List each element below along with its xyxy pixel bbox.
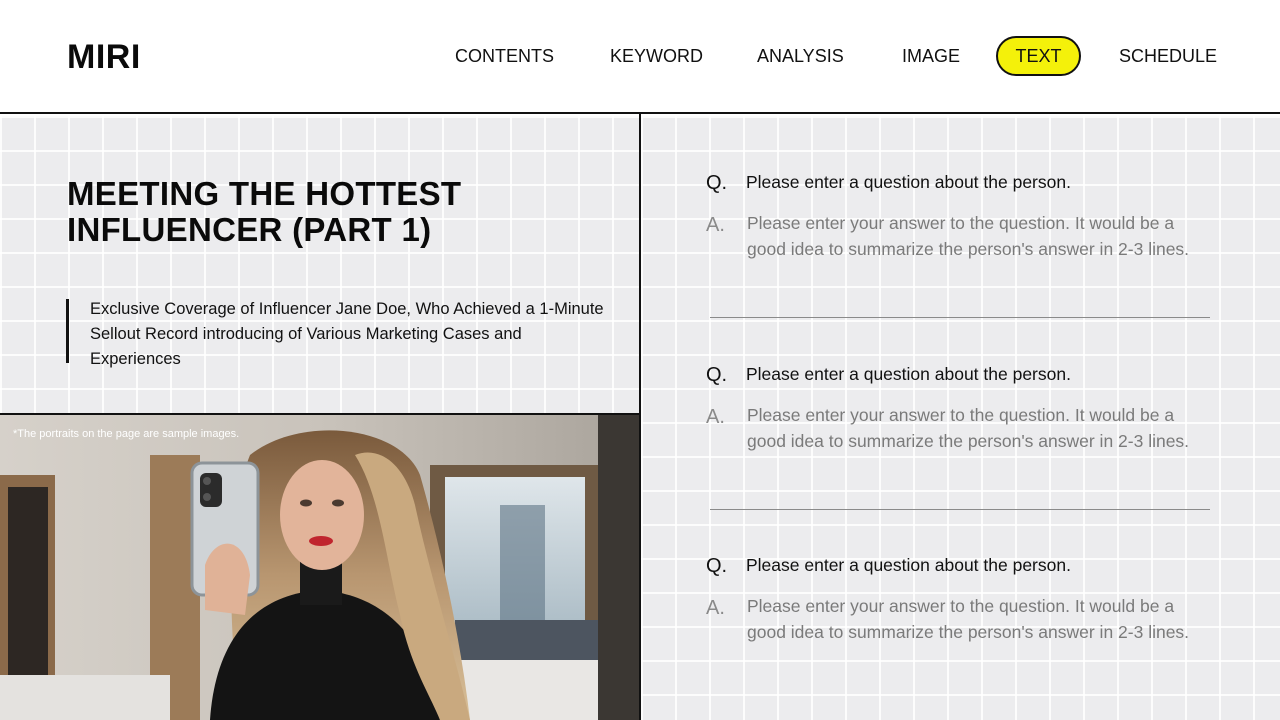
nav-image[interactable]: IMAGE xyxy=(902,36,960,76)
qa-item-2: Q. Please enter a question about the per… xyxy=(706,364,1216,484)
top-nav: CONTENTS KEYWORD ANALYSIS IMAGE TEXT SCH… xyxy=(0,36,1280,76)
portrait-photo xyxy=(0,415,639,720)
question-text[interactable]: Please enter a question about the person… xyxy=(746,364,1071,385)
nav-schedule[interactable]: SCHEDULE xyxy=(1119,36,1217,76)
article-title-line-1: MEETING THE HOTTEST xyxy=(67,175,462,212)
answer-text[interactable]: Please enter your answer to the question… xyxy=(747,594,1207,645)
answer-text[interactable]: Please enter your answer to the question… xyxy=(747,403,1207,454)
question-marker: Q. xyxy=(706,364,728,386)
article-subtitle: Exclusive Coverage of Influencer Jane Do… xyxy=(90,300,604,368)
photo-sample-note: *The portraits on the page are sample im… xyxy=(13,428,240,440)
question-text[interactable]: Please enter a question about the person… xyxy=(746,555,1071,576)
article-title-line-2: INFLUENCER (PART 1) xyxy=(67,211,432,248)
answer-marker: A. xyxy=(706,406,725,428)
question-marker: Q. xyxy=(706,172,728,194)
answer-text[interactable]: Please enter your answer to the question… xyxy=(747,211,1207,262)
article-title: MEETING THE HOTTEST INFLUENCER (PART 1) xyxy=(67,176,587,248)
answer-marker: A. xyxy=(706,214,725,236)
question-text[interactable]: Please enter a question about the person… xyxy=(746,172,1071,193)
header: MIRI CONTENTS KEYWORD ANALYSIS IMAGE TEX… xyxy=(0,0,1280,114)
vertical-divider xyxy=(639,114,641,720)
portrait-illustration xyxy=(0,415,639,720)
qa-item-3: Q. Please enter a question about the per… xyxy=(706,555,1216,675)
answer-marker: A. xyxy=(706,597,725,619)
qa-divider-1 xyxy=(710,317,1210,318)
nav-analysis[interactable]: ANALYSIS xyxy=(757,36,844,76)
qa-divider-2 xyxy=(710,509,1210,510)
subtitle-accent-bar xyxy=(66,299,69,363)
qa-item-1: Q. Please enter a question about the per… xyxy=(706,172,1216,292)
nav-keyword[interactable]: KEYWORD xyxy=(610,36,703,76)
nav-text[interactable]: TEXT xyxy=(996,36,1081,76)
nav-contents[interactable]: CONTENTS xyxy=(455,36,554,76)
horizontal-divider xyxy=(0,413,640,415)
question-marker: Q. xyxy=(706,555,728,577)
